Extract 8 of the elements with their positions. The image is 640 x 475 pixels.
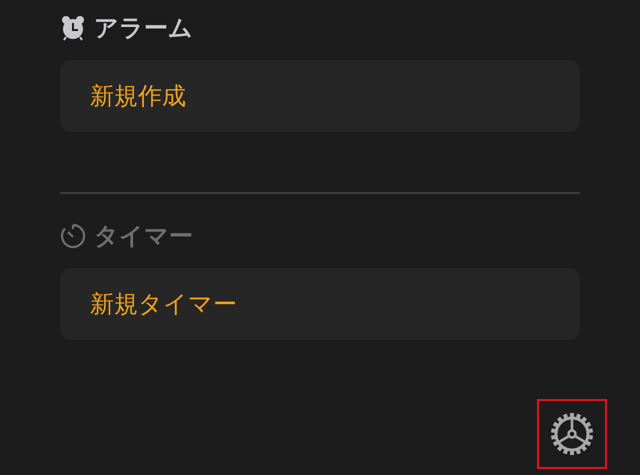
section-title: アラーム: [94, 13, 193, 44]
settings-icon: [550, 412, 594, 456]
new-item-button[interactable]: 新規作成: [60, 60, 580, 132]
timer-icon: [60, 223, 86, 249]
new-item-button[interactable]: 新規タイマー: [60, 268, 580, 340]
alarm-clock-icon: [60, 15, 86, 41]
section-title: タイマー: [94, 221, 193, 252]
settings-button[interactable]: [537, 399, 607, 469]
